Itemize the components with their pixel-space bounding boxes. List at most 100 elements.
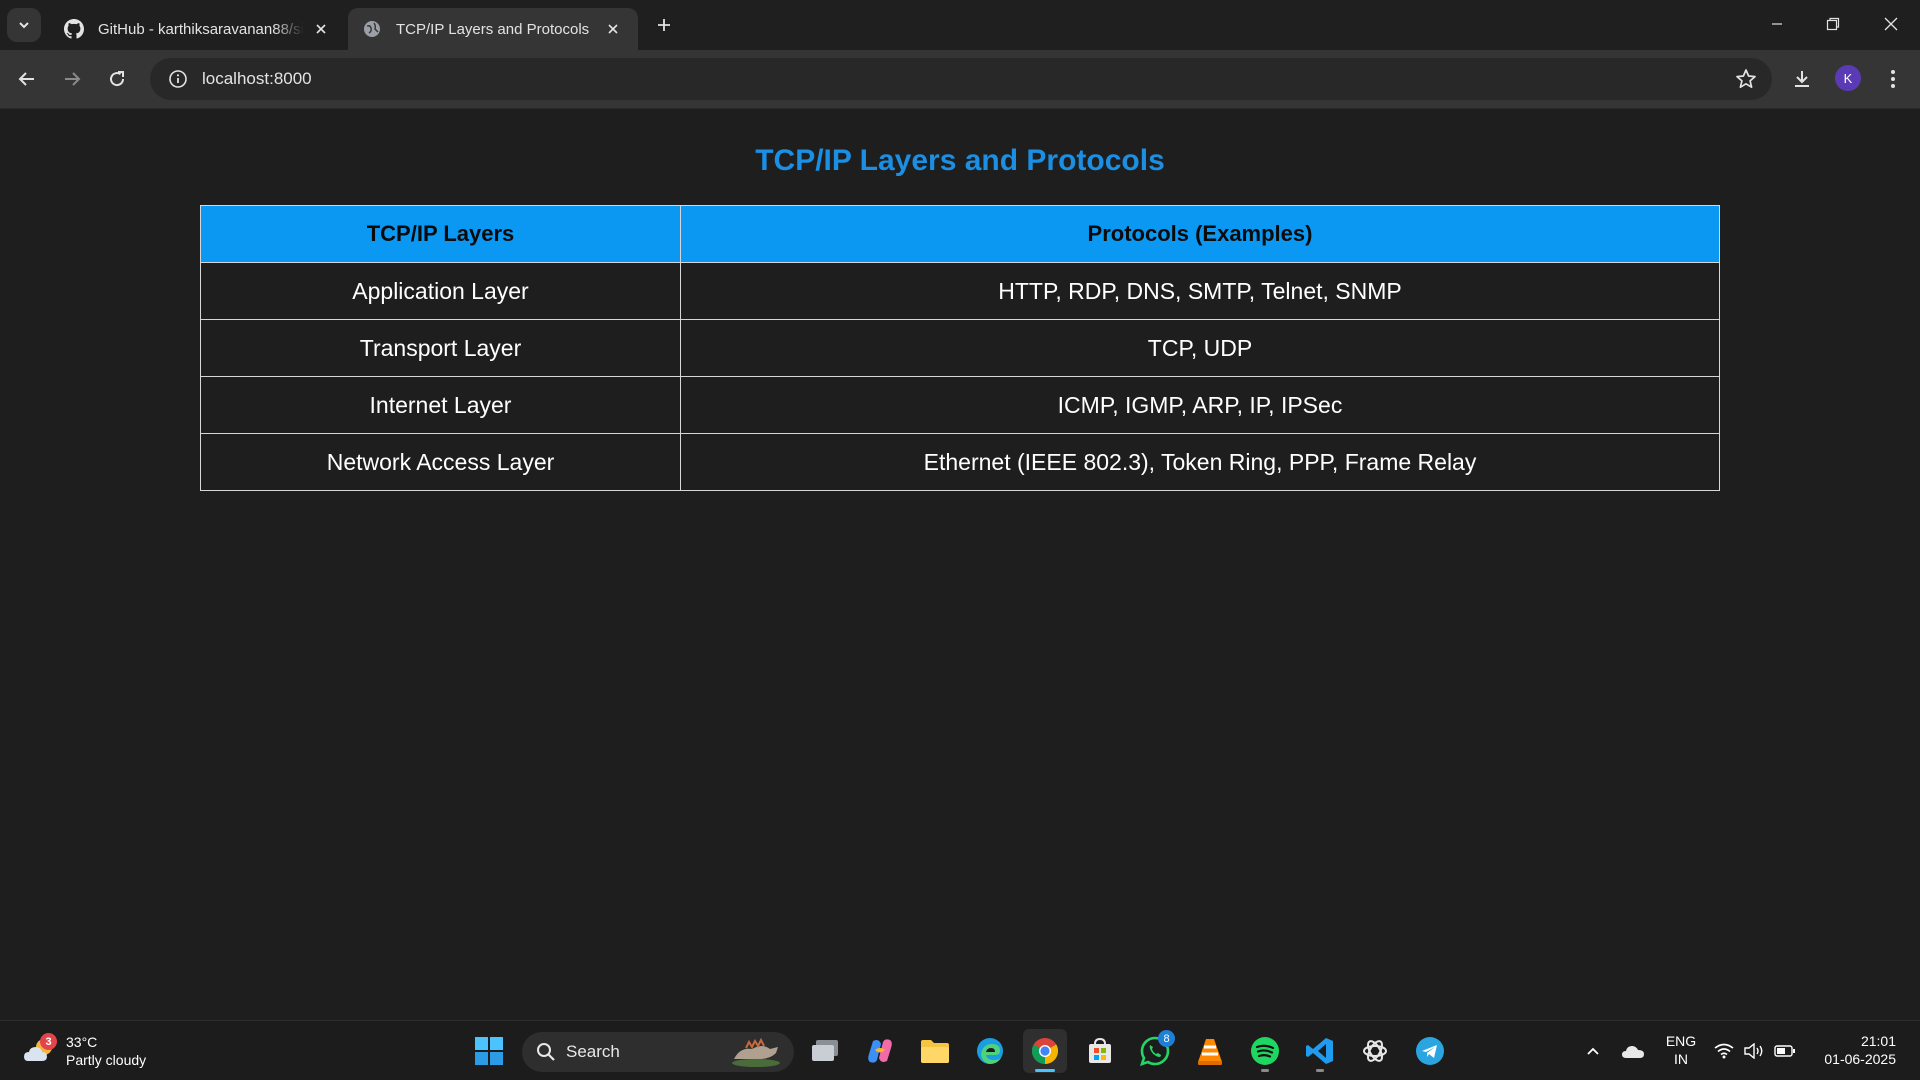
layer-cell: Internet Layer xyxy=(200,376,681,434)
arrow-left-icon xyxy=(18,72,34,86)
close-window-button[interactable] xyxy=(1862,0,1920,48)
partly-cloudy-icon: 3 xyxy=(22,1033,58,1067)
new-tab-button[interactable] xyxy=(650,11,678,39)
spotify-icon xyxy=(1251,1037,1279,1065)
table-header-row: TCP/IP Layers Protocols (Examples) xyxy=(200,205,1720,263)
wifi-icon[interactable] xyxy=(1712,1031,1736,1071)
tab-search-button[interactable] xyxy=(7,8,41,42)
store-button[interactable] xyxy=(1078,1029,1122,1073)
running-indicator xyxy=(1035,1069,1055,1072)
copilot-icon xyxy=(868,1039,892,1063)
weather-temperature: 33°C xyxy=(66,1034,98,1050)
close-tab-icon[interactable] xyxy=(310,18,332,40)
minimize-icon xyxy=(1772,23,1782,25)
restore-icon xyxy=(1826,17,1840,31)
layer-cell: Application Layer xyxy=(200,262,681,320)
protocols-cell: ICMP, IGMP, ARP, IP, IPSec xyxy=(680,376,1720,434)
close-icon xyxy=(1884,17,1898,31)
protocols-cell: HTTP, RDP, DNS, SMTP, Telnet, SNMP xyxy=(680,262,1720,320)
whatsapp-notification-badge: 8 xyxy=(1158,1030,1175,1047)
chrome-icon xyxy=(1031,1038,1059,1065)
folder-icon xyxy=(921,1040,949,1063)
github-icon xyxy=(64,19,84,39)
arrow-right-icon xyxy=(65,72,81,86)
vlc-icon xyxy=(1198,1039,1222,1065)
chatgpt-button[interactable] xyxy=(1353,1029,1397,1073)
back-button[interactable] xyxy=(11,63,43,95)
protocols-cell: Ethernet (IEEE 802.3), Token Ring, PPP, … xyxy=(680,433,1720,491)
chrome-button[interactable] xyxy=(1023,1029,1067,1073)
vlc-button[interactable] xyxy=(1188,1029,1232,1073)
column-header: Protocols (Examples) xyxy=(680,205,1720,263)
battery-icon[interactable] xyxy=(1773,1031,1797,1071)
whatsapp-button[interactable]: 8 xyxy=(1133,1029,1177,1073)
protocols-cell: TCP, UDP xyxy=(680,319,1720,377)
forward-button[interactable] xyxy=(56,63,88,95)
taskbar-search-box[interactable]: Search xyxy=(522,1032,794,1072)
table-row: Transport Layer TCP, UDP xyxy=(200,319,1720,377)
search-highlight-dinosaur-icon xyxy=(732,1037,780,1067)
start-button[interactable] xyxy=(467,1029,511,1073)
close-tab-icon[interactable] xyxy=(602,18,624,40)
site-info-icon[interactable] xyxy=(156,58,200,100)
globe-icon xyxy=(362,19,382,39)
bookmark-star-icon[interactable] xyxy=(1734,67,1758,91)
reload-button[interactable] xyxy=(101,63,133,95)
page-viewport: TCP/IP Layers and Protocols TCP/IP Layer… xyxy=(0,110,1920,1020)
address-bar[interactable]: localhost:8000 xyxy=(150,58,1772,100)
region-code: IN xyxy=(1674,1051,1688,1067)
chatgpt-icon xyxy=(1363,1040,1387,1062)
onedrive-icon[interactable] xyxy=(1618,1031,1648,1071)
downloads-button[interactable] xyxy=(1786,63,1818,95)
store-icon xyxy=(1089,1037,1111,1063)
telegram-icon xyxy=(1416,1037,1444,1065)
weather-condition: Partly cloudy xyxy=(66,1052,147,1068)
search-icon xyxy=(537,1043,555,1061)
input-language-indicator[interactable]: ENG IN xyxy=(1660,1032,1702,1068)
running-indicator xyxy=(1316,1069,1324,1072)
chevron-up-icon xyxy=(1587,1047,1599,1055)
plus-icon xyxy=(658,19,670,31)
layer-cell: Network Access Layer xyxy=(200,433,681,491)
edge-icon xyxy=(977,1038,1003,1064)
profile-avatar[interactable]: K xyxy=(1835,65,1861,91)
clock-time: 21:01 xyxy=(1860,1033,1896,1049)
volume-icon[interactable] xyxy=(1742,1031,1766,1071)
clock-date: 01-06-2025 xyxy=(1824,1051,1896,1067)
show-hidden-icons-button[interactable] xyxy=(1580,1031,1606,1071)
task-view-button[interactable] xyxy=(803,1029,847,1073)
column-header: TCP/IP Layers xyxy=(200,205,681,263)
protocols-table: TCP/IP Layers Protocols (Examples) Appli… xyxy=(200,205,1720,491)
tab-github[interactable]: GitHub - karthiksaravanan88/simple-tcp-i… xyxy=(50,8,346,50)
browser-toolbar: localhost:8000 K xyxy=(0,50,1920,109)
layer-cell: Transport Layer xyxy=(200,319,681,377)
browser-menu-button[interactable] xyxy=(1877,63,1909,95)
table-row: Network Access Layer Ethernet (IEEE 802.… xyxy=(200,433,1720,491)
table-row: Application Layer HTTP, RDP, DNS, SMTP, … xyxy=(200,262,1720,320)
telegram-button[interactable] xyxy=(1408,1029,1452,1073)
more-vert-icon xyxy=(1891,70,1895,88)
edge-button[interactable] xyxy=(968,1029,1012,1073)
running-indicator xyxy=(1261,1069,1269,1072)
restore-button[interactable] xyxy=(1804,0,1862,48)
spotify-button[interactable] xyxy=(1243,1029,1287,1073)
tab-title: GitHub - karthiksaravanan88/simple-tcp-i… xyxy=(98,20,304,38)
windows-taskbar: 3 33°C Partly cloudy Search 8 ENG IN 21:… xyxy=(0,1020,1920,1080)
vscode-button[interactable] xyxy=(1298,1029,1342,1073)
browser-tab-strip: GitHub - karthiksaravanan88/simple-tcp-i… xyxy=(0,0,1920,50)
system-clock[interactable]: 21:01 01-06-2025 xyxy=(1808,1032,1896,1068)
chevron-down-icon xyxy=(19,22,29,29)
language-code: ENG xyxy=(1665,1033,1697,1049)
download-icon xyxy=(1795,71,1809,87)
vscode-icon xyxy=(1306,1038,1333,1064)
address-text[interactable]: localhost:8000 xyxy=(202,69,312,89)
tab-tcp-ip[interactable]: TCP/IP Layers and Protocols xyxy=(348,8,638,50)
tab-title: TCP/IP Layers and Protocols xyxy=(396,20,590,38)
file-explorer-button[interactable] xyxy=(913,1029,957,1073)
page-title: TCP/IP Layers and Protocols xyxy=(755,144,1165,177)
reload-icon xyxy=(110,71,125,87)
minimize-button[interactable] xyxy=(1748,0,1806,48)
table-row: Internet Layer ICMP, IGMP, ARP, IP, IPSe… xyxy=(200,376,1720,434)
copilot-button[interactable] xyxy=(858,1029,902,1073)
weather-widget[interactable]: 3 33°C Partly cloudy xyxy=(22,1031,146,1071)
